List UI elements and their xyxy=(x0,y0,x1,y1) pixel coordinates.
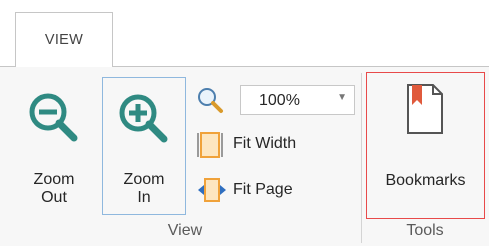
view-group-label: View xyxy=(167,222,203,239)
zoom-level-dropdown[interactable]: 100% ▼ xyxy=(240,85,355,115)
chevron-down-icon[interactable]: ▼ xyxy=(337,92,347,103)
fit-width-label: Fit Width xyxy=(233,135,297,152)
magnifier-icon xyxy=(196,86,224,114)
fit-page-label: Fit Page xyxy=(233,181,293,198)
tab-view[interactable]: VIEW xyxy=(15,12,113,67)
zoom-in-label-line2: In xyxy=(137,189,151,206)
zoom-out-icon xyxy=(25,89,81,145)
fit-page-button[interactable]: Fit Page xyxy=(197,175,327,205)
zoom-in-label-line1: Zoom xyxy=(123,171,165,188)
zoom-in-icon xyxy=(115,90,171,146)
ribbon-panel: Zoom Out Zoom In 100% ▼ Fit Width Fit Pa… xyxy=(0,66,489,246)
zoom-level-value: 100% xyxy=(259,92,300,109)
zoom-out-label-line1: Zoom xyxy=(33,171,75,188)
group-divider xyxy=(361,73,362,243)
zoom-out-button[interactable]: Zoom Out xyxy=(12,77,96,225)
bookmarks-button[interactable]: Bookmarks xyxy=(366,72,485,219)
fit-width-icon xyxy=(197,131,223,159)
zoom-in-button[interactable]: Zoom In xyxy=(102,77,186,215)
fit-width-button[interactable]: Fit Width xyxy=(197,129,327,159)
bookmarks-label: Bookmarks xyxy=(385,172,466,189)
ribbon-tab-strip: VIEW xyxy=(0,0,489,67)
tab-view-label: VIEW xyxy=(44,32,84,48)
bookmark-icon xyxy=(405,83,445,135)
zoom-out-label-line2: Out xyxy=(41,189,67,206)
fit-page-icon xyxy=(197,176,227,204)
tools-group-label: Tools xyxy=(406,222,444,239)
